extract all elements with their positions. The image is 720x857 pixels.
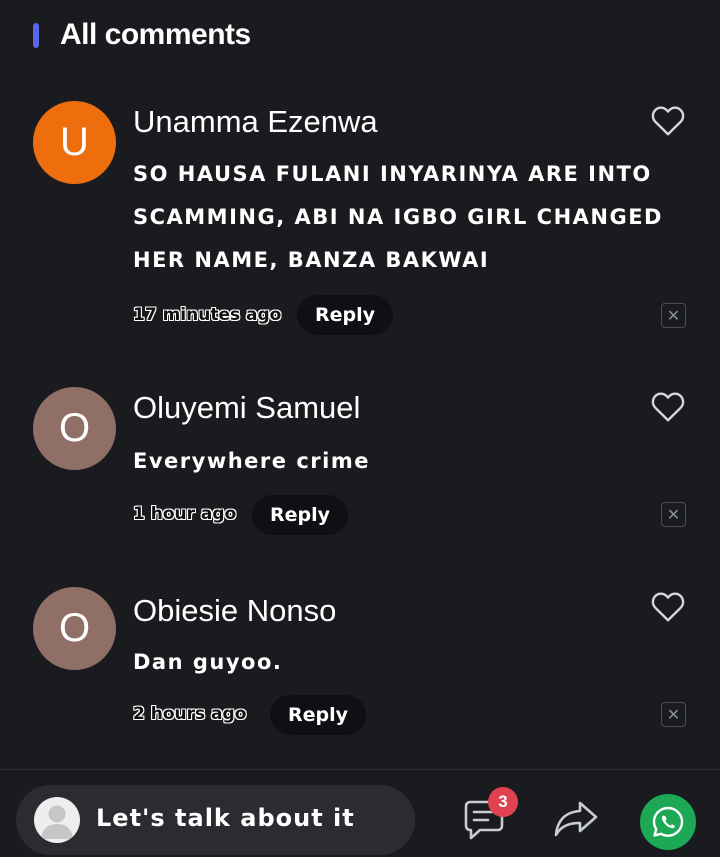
avatar[interactable]: U: [33, 101, 116, 184]
title-accent-bar: [33, 23, 39, 48]
comment-timestamp: 1 hour ago: [133, 504, 237, 524]
share-icon[interactable]: [552, 798, 600, 840]
comment-body: Dan guyoo.: [133, 650, 283, 674]
comment-timestamp: 2 hours ago: [133, 704, 247, 724]
user-avatar: [34, 797, 80, 843]
heart-icon[interactable]: [650, 589, 686, 623]
comment-input[interactable]: Let's talk about it: [16, 785, 415, 855]
reply-button[interactable]: Reply: [270, 695, 366, 735]
dismiss-comment-button[interactable]: ✕: [661, 502, 686, 527]
comment-input-placeholder: Let's talk about it: [96, 804, 355, 832]
heart-icon[interactable]: [650, 389, 686, 423]
avatar-letter: O: [58, 406, 91, 450]
whatsapp-share-button[interactable]: [640, 794, 696, 850]
comment-timestamp: 17 minutes ago: [133, 305, 282, 325]
dismiss-comment-button[interactable]: ✕: [661, 303, 686, 328]
dismiss-comment-button[interactable]: ✕: [661, 702, 686, 727]
reply-button[interactable]: Reply: [297, 295, 393, 335]
avatar-letter: O: [58, 606, 91, 650]
reply-button[interactable]: Reply: [252, 495, 348, 535]
comment-body: Everywhere crime: [133, 449, 370, 473]
comment-body: SO HAUSA FULANI INYARINYA ARE INTO SCAMM…: [133, 162, 663, 272]
heart-icon[interactable]: [650, 103, 686, 137]
comment-author[interactable]: Obiesie Nonso: [133, 593, 336, 629]
close-icon: ✕: [666, 706, 681, 724]
page-title: All comments: [60, 18, 251, 51]
comment-composer-bar: Let's talk about it 3: [0, 769, 720, 857]
avatar[interactable]: O: [33, 387, 116, 470]
avatar-letter: U: [60, 120, 89, 164]
close-icon: ✕: [666, 307, 681, 325]
whatsapp-icon: [652, 806, 684, 837]
comment-count-badge: 3: [488, 787, 518, 817]
avatar[interactable]: O: [33, 587, 116, 670]
close-icon: ✕: [666, 506, 681, 524]
comment-author[interactable]: Unamma Ezenwa: [133, 104, 378, 140]
comments-header: All comments: [0, 0, 720, 74]
user-placeholder-icon: [41, 805, 73, 839]
comment-author[interactable]: Oluyemi Samuel: [133, 390, 360, 426]
